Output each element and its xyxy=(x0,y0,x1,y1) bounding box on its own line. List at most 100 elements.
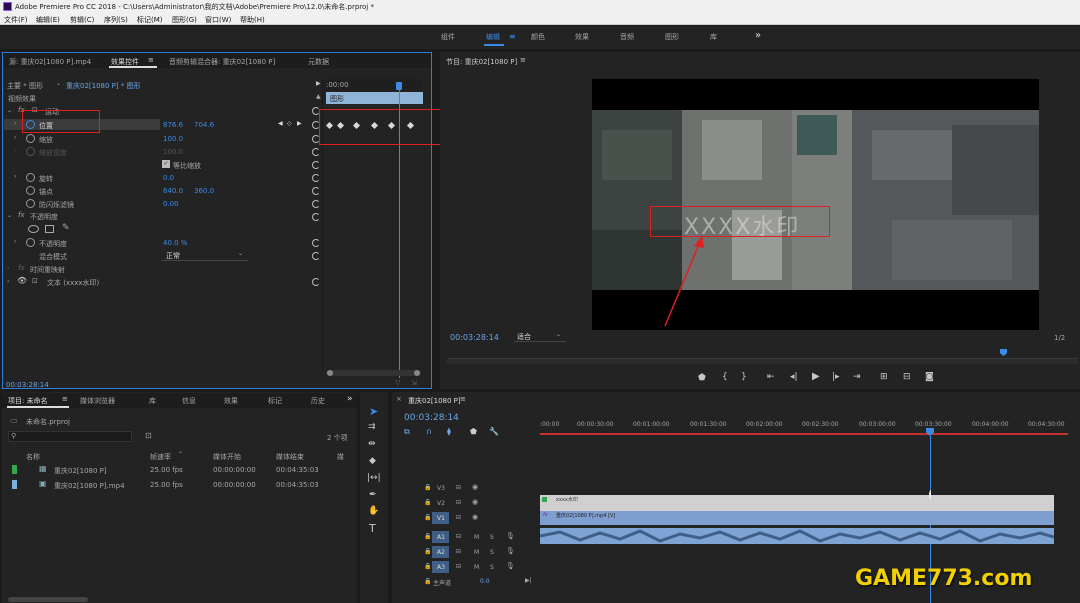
pen-tool-icon[interactable]: ✒ xyxy=(369,490,377,500)
expand-arrow-icon[interactable]: ⌄ xyxy=(7,107,12,114)
position-x-value[interactable]: 876.6 xyxy=(163,121,183,129)
column-frame-rate[interactable]: 帧速率 xyxy=(150,452,171,462)
workspace-color[interactable]: 颜色 xyxy=(531,32,545,42)
mark-in-icon[interactable]: { xyxy=(722,372,728,382)
column-media-more[interactable]: 媒 xyxy=(337,452,344,462)
play-icon[interactable]: ▶ xyxy=(812,371,820,382)
solo-button[interactable]: S xyxy=(490,549,494,556)
ec-scroll-handle-right[interactable] xyxy=(414,370,420,376)
clip-graphic-v2[interactable]: xxxx水印 xyxy=(540,495,1054,511)
column-media-end[interactable]: 媒体结束 xyxy=(276,452,304,462)
track-header-v2[interactable]: 🔒 V2 ⊟ ◉ xyxy=(420,497,536,510)
export-frame-icon[interactable]: ◙ xyxy=(925,372,934,382)
stopwatch-icon[interactable] xyxy=(26,173,35,182)
rotation-value[interactable]: 0.0 xyxy=(163,174,174,182)
lock-icon[interactable]: 🔒 xyxy=(424,563,431,570)
linked-selection-icon[interactable]: ∩ xyxy=(426,427,432,436)
master-clip-label[interactable]: 主要 * 图形 xyxy=(7,81,43,91)
tab-history[interactable]: 历史 xyxy=(311,396,325,406)
mute-button[interactable]: M xyxy=(474,564,479,571)
project-scrollbar[interactable] xyxy=(8,597,88,602)
reset-icon[interactable] xyxy=(312,161,320,169)
rectangle-mask-icon[interactable] xyxy=(45,225,54,233)
sync-lock-icon[interactable]: ⊟ xyxy=(456,533,461,540)
mic-icon[interactable]: 🎙 xyxy=(506,547,515,555)
snap-icon[interactable]: ⧉ xyxy=(404,427,410,437)
track-header-v3[interactable]: 🔒 V3 ⊟ ◉ xyxy=(420,482,536,495)
track-header-master[interactable]: 🔒 主声道 0.0 ▶| xyxy=(420,576,536,589)
sync-lock-icon[interactable]: ⊟ xyxy=(456,548,461,555)
expand-arrow-icon[interactable]: › xyxy=(14,173,16,180)
position-y-value[interactable]: 704.6 xyxy=(194,121,214,129)
lock-icon[interactable]: 🔒 xyxy=(424,548,431,555)
tab-metadata[interactable]: 元数据 xyxy=(308,57,329,67)
fit-dropdown[interactable]: 适合 ⌄ xyxy=(514,331,566,342)
mic-icon[interactable]: 🎙 xyxy=(506,532,515,540)
add-keyframe-icon[interactable]: ◇ xyxy=(287,120,292,127)
workspace-graphics[interactable]: 图形 xyxy=(665,32,679,42)
ec-horizontal-scrollbar[interactable] xyxy=(326,370,421,376)
ripple-edit-icon[interactable]: ⇹ xyxy=(368,439,376,449)
ellipse-mask-icon[interactable] xyxy=(28,225,39,233)
clip-handle[interactable] xyxy=(929,490,933,500)
tab-libraries[interactable]: 库 xyxy=(149,396,156,406)
column-name[interactable]: 名称 xyxy=(26,452,40,462)
extract-icon[interactable]: ⊟ xyxy=(903,372,911,382)
tab-markers[interactable]: 标记 xyxy=(268,396,282,406)
tabs-overflow-icon[interactable]: » xyxy=(347,394,353,404)
tab-project[interactable]: 项目: 未命名 xyxy=(8,396,48,406)
mic-icon[interactable]: 🎙 xyxy=(506,562,515,570)
opacity-value[interactable]: 40.0 % xyxy=(163,239,187,247)
table-row[interactable]: ▣ 重庆02[1080 P].mp4 25.00 fps 00:00:00:00… xyxy=(8,478,357,492)
filter-icon[interactable]: ▽ xyxy=(395,379,400,387)
new-bin-icon[interactable]: ⊡ xyxy=(145,431,152,440)
track-select-icon[interactable]: ⇉ xyxy=(368,422,376,432)
column-media-start[interactable]: 媒体开始 xyxy=(213,452,241,462)
lock-icon[interactable]: 🔒 xyxy=(424,533,431,540)
go-to-in-icon[interactable]: ⇤ xyxy=(767,372,775,382)
resolution-fraction[interactable]: 1/2 xyxy=(1054,334,1065,342)
sync-lock-icon[interactable]: ⊟ xyxy=(456,563,461,570)
stopwatch-icon[interactable] xyxy=(26,238,35,247)
scroll-up-icon[interactable]: ▲ xyxy=(316,93,321,100)
workspace-libraries[interactable]: 库 xyxy=(710,32,717,42)
menu-clip[interactable]: 剪辑(C) xyxy=(70,15,94,25)
tab-audio-mixer[interactable]: 音频剪辑混合器: 重庆02[1080 P] xyxy=(169,57,275,67)
anti-flicker-value[interactable]: 0.00 xyxy=(163,200,179,208)
tab-info[interactable]: 信息 xyxy=(182,396,196,406)
close-icon[interactable]: × xyxy=(396,395,402,403)
tab-menu-icon[interactable]: ≡ xyxy=(460,395,466,403)
ec-scroll-handle-left[interactable] xyxy=(327,370,333,376)
mark-out-icon[interactable]: } xyxy=(741,372,747,382)
stopwatch-icon[interactable] xyxy=(26,186,35,195)
lock-icon[interactable]: 🔒 xyxy=(424,499,431,506)
reset-icon[interactable] xyxy=(312,200,320,208)
menu-file[interactable]: 文件(F) xyxy=(4,15,28,25)
table-row[interactable]: ▦ 重庆02[1080 P] 25.00 fps 00:00:00:00 00:… xyxy=(8,463,357,477)
expand-arrow-icon[interactable]: › xyxy=(14,120,16,127)
reset-icon[interactable] xyxy=(312,239,320,247)
eye-icon[interactable]: 👁 xyxy=(17,276,27,285)
play-only-icon[interactable]: ▶ xyxy=(316,80,321,87)
selection-tool-icon[interactable]: ➤ xyxy=(369,405,378,418)
clip-audio-a1[interactable] xyxy=(540,528,1054,544)
menu-sequence[interactable]: 序列(S) xyxy=(104,15,128,25)
scale-value[interactable]: 100.0 xyxy=(163,135,183,143)
expand-arrow-icon[interactable]: › xyxy=(7,265,9,272)
anchor-x-value[interactable]: 640.0 xyxy=(163,187,183,195)
timeline-tab[interactable]: 重庆02[1080 P] xyxy=(408,396,461,406)
menu-graphics[interactable]: 图形(G) xyxy=(172,15,197,25)
slip-tool-icon[interactable]: |↔| xyxy=(367,473,381,483)
sync-lock-icon[interactable]: ⊟ xyxy=(456,484,461,491)
sync-lock-icon[interactable]: ⊟ xyxy=(456,499,461,506)
stopwatch-icon[interactable] xyxy=(26,134,35,143)
program-timecode[interactable]: 00:03:28:14 xyxy=(450,333,499,342)
menu-edit[interactable]: 编辑(E) xyxy=(36,15,60,25)
reset-icon[interactable] xyxy=(312,252,320,260)
expand-arrow-icon[interactable]: › xyxy=(14,238,16,245)
menu-window[interactable]: 窗口(W) xyxy=(205,15,231,25)
reset-icon[interactable] xyxy=(312,148,320,156)
expand-arrow-icon[interactable]: ⌄ xyxy=(7,212,12,219)
step-forward-icon[interactable]: |▸ xyxy=(832,372,840,382)
workspace-menu-icon[interactable]: ≡ xyxy=(509,32,516,41)
